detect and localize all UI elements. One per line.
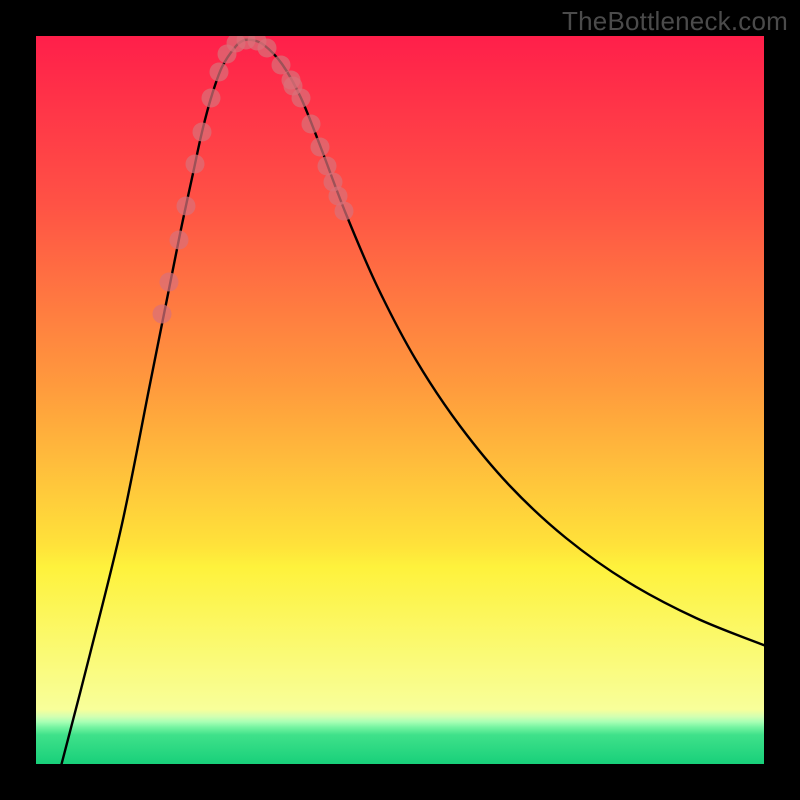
data-marker (302, 115, 321, 134)
data-marker (177, 197, 196, 216)
bottleneck-curve-left (60, 40, 244, 764)
data-marker (186, 155, 205, 174)
bottleneck-curve-right (244, 40, 764, 646)
plot-area (36, 36, 764, 764)
chart-svg (36, 36, 764, 764)
data-marker (258, 39, 277, 58)
data-marker (292, 89, 311, 108)
data-marker (335, 202, 354, 221)
data-marker (170, 231, 189, 250)
data-marker (210, 63, 229, 82)
data-marker (311, 138, 330, 157)
data-markers (153, 36, 354, 324)
watermark-text: TheBottleneck.com (562, 6, 788, 37)
data-marker (202, 89, 221, 108)
data-marker (153, 305, 172, 324)
data-marker (193, 123, 212, 142)
data-marker (160, 273, 179, 292)
chart-frame: TheBottleneck.com (0, 0, 800, 800)
